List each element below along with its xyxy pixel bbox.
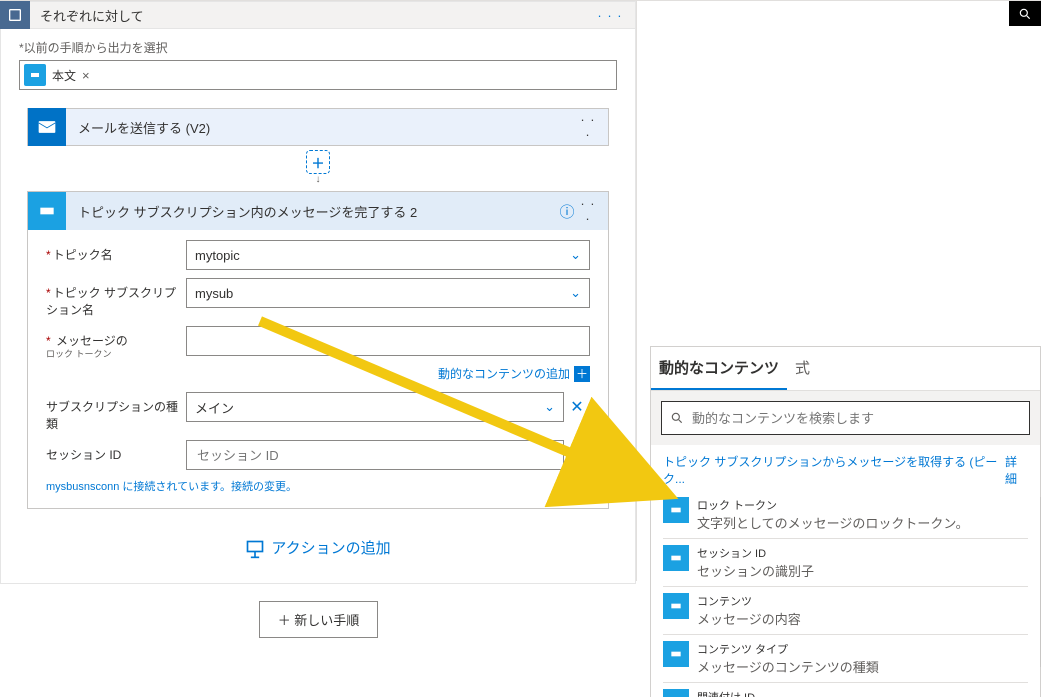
subtype-label: サブスクリプションの種類: [46, 392, 186, 432]
dc-item-0[interactable]: ロック トークン文字列としてのメッセージのロックトークン。: [663, 491, 1028, 539]
token-body: 本文 ×: [24, 64, 96, 86]
session-input[interactable]: [186, 440, 564, 470]
dc-item-1[interactable]: セッション IDセッションの識別子: [663, 539, 1028, 587]
session-label: セッション ID: [46, 440, 186, 463]
chevron-down-icon: ⌄: [570, 247, 581, 263]
dc-item-3[interactable]: コンテンツ タイプメッセージのコンテンツの種類: [663, 635, 1028, 683]
dc-section-title: トピック サブスクリプションからメッセージを取得する (ピーク...: [663, 453, 1005, 487]
connector-plus[interactable]: ＋ ↓: [19, 150, 617, 185]
chevron-down-icon: ⌄: [544, 399, 555, 415]
servicebus-icon: [663, 497, 689, 523]
add-dynamic-content-link[interactable]: 動的なコンテンツの追加 ＋: [46, 365, 590, 382]
dc-item-desc: メッセージの内容: [697, 609, 1028, 628]
message-lock-label: メッセージの ロック トークン: [46, 326, 186, 359]
output-select-label: *以前の手順から出力を選択: [19, 39, 617, 56]
subscription-value: mysub: [195, 286, 233, 301]
outlook-icon: [28, 108, 66, 146]
tab-expression[interactable]: 式: [787, 347, 818, 390]
dc-item-title: セッション ID: [697, 545, 1028, 561]
servicebus-icon: [24, 64, 46, 86]
servicebus-icon: [663, 593, 689, 619]
chevron-down-icon: ⌄: [570, 285, 581, 301]
info-icon[interactable]: ⓘ: [556, 201, 578, 222]
dc-item-desc: セッションの識別子: [697, 561, 1028, 580]
topic-combo[interactable]: mytopic ⌄: [186, 240, 590, 270]
session-text[interactable]: [195, 447, 555, 464]
dc-item-title: 関連付け ID: [697, 689, 1028, 697]
foreach-body: *以前の手順から出力を選択 本文 × メールを送信する (V2) · · ·: [0, 29, 636, 584]
connection-note[interactable]: mysbusnsconn に接続されています。接続の変更。: [46, 478, 590, 494]
add-action-icon: [245, 539, 265, 559]
dc-item-desc: メッセージのコンテンツの種類: [697, 657, 1028, 676]
plus-icon: ＋: [306, 150, 330, 174]
topic-value: mytopic: [195, 248, 240, 263]
complete-menu-icon[interactable]: · · ·: [578, 196, 608, 226]
session-clear-icon[interactable]: ✕: [564, 445, 590, 465]
dc-item-title: コンテンツ: [697, 593, 1028, 609]
search-icon[interactable]: [1009, 1, 1041, 26]
dc-search-field[interactable]: [661, 401, 1030, 435]
dc-item-desc: 文字列としてのメッセージのロックトークン。: [697, 513, 1028, 532]
subscription-label: トピック サブスクリプション名: [46, 278, 186, 318]
foreach-menu-icon[interactable]: · · ·: [595, 8, 625, 23]
complete-header[interactable]: トピック サブスクリプション内のメッセージを完了する 2 ⓘ · · ·: [28, 192, 608, 230]
tab-dynamic-content[interactable]: 動的なコンテンツ: [651, 347, 787, 390]
message-lock-text[interactable]: [195, 333, 581, 350]
dc-item-title: ロック トークン: [697, 497, 1028, 513]
servicebus-icon: [28, 192, 66, 230]
message-lock-input[interactable]: [186, 326, 590, 356]
message-label-main: メッセージの: [56, 334, 128, 348]
step-complete-message: トピック サブスクリプション内のメッセージを完了する 2 ⓘ · · · トピッ…: [27, 191, 609, 509]
dyn-link-icon: ＋: [574, 366, 590, 382]
subtype-combo[interactable]: メイン ⌄: [186, 392, 564, 422]
subscription-combo[interactable]: mysub ⌄: [186, 278, 590, 308]
servicebus-icon: [663, 641, 689, 667]
dyn-link-text: 動的なコンテンツの追加: [438, 365, 570, 382]
dc-item-title: コンテンツ タイプ: [697, 641, 1028, 657]
dc-item-4[interactable]: 関連付け ID関連付けの識別子: [663, 683, 1028, 697]
message-label-sub: ロック トークン: [46, 349, 186, 359]
step-send-mail[interactable]: メールを送信する (V2) · · ·: [27, 108, 609, 146]
search-icon: [670, 411, 684, 425]
dc-search-input[interactable]: [690, 410, 1021, 427]
servicebus-icon: [663, 689, 689, 697]
foreach-icon: [0, 1, 30, 29]
add-action-link[interactable]: アクションの追加: [19, 537, 617, 559]
new-step-button[interactable]: ＋ 新しい手順: [259, 601, 379, 638]
complete-title: トピック サブスクリプション内のメッセージを完了する 2: [66, 202, 556, 221]
dc-section-more[interactable]: 詳細: [1005, 453, 1028, 487]
foreach-title: それぞれに対して: [40, 6, 144, 25]
send-mail-menu-icon[interactable]: · · ·: [578, 112, 608, 142]
subtype-value: メイン: [195, 398, 234, 417]
topic-label: トピック名: [46, 240, 186, 263]
token-label: 本文: [46, 67, 82, 84]
foreach-title-bar[interactable]: それぞれに対して · · ·: [30, 1, 636, 29]
send-mail-title: メールを送信する (V2): [66, 118, 578, 137]
output-select-field[interactable]: 本文 ×: [19, 60, 617, 90]
subtype-clear-icon[interactable]: ✕: [564, 397, 590, 417]
servicebus-icon: [663, 545, 689, 571]
token-remove-icon[interactable]: ×: [82, 68, 96, 83]
dc-item-2[interactable]: コンテンツメッセージの内容: [663, 587, 1028, 635]
dynamic-content-panel: 動的なコンテンツ 式 トピック サブスクリプションからメッセージを取得する (ピ…: [650, 346, 1041, 697]
add-action-text: アクションの追加: [271, 540, 390, 557]
